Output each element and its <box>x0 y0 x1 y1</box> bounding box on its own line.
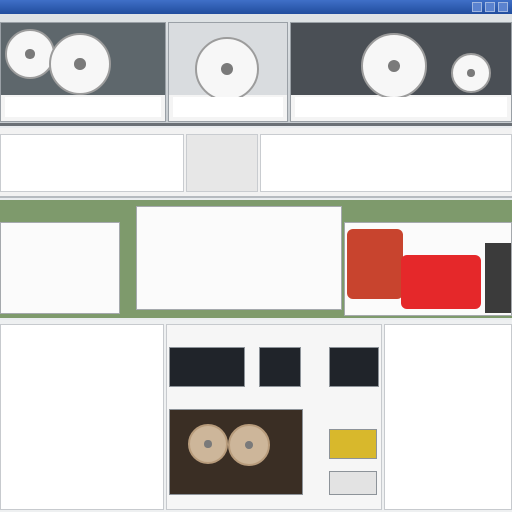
minimize-icon[interactable] <box>472 2 482 12</box>
video-thumbnail[interactable] <box>259 347 301 387</box>
ribbon-column <box>186 134 258 192</box>
product-caption <box>5 97 161 117</box>
promo-image[interactable] <box>344 222 512 316</box>
product-image <box>169 23 287 101</box>
product-image <box>1 23 165 95</box>
disc-icon <box>5 29 55 79</box>
video-thumbnail[interactable] <box>329 347 379 387</box>
info-ribbon <box>0 128 512 198</box>
disc-icon <box>188 424 228 464</box>
disc-icon <box>49 33 111 95</box>
video-thumbnail[interactable] <box>169 347 245 387</box>
media-column <box>166 324 382 510</box>
ribbon-column <box>0 134 184 192</box>
product-caption <box>295 97 507 117</box>
disc-icon <box>195 37 259 101</box>
featured-video[interactable] <box>169 409 303 495</box>
maximize-icon[interactable] <box>485 2 495 12</box>
product-caption <box>173 97 283 117</box>
close-icon[interactable] <box>498 2 508 12</box>
disc-icon <box>228 424 270 466</box>
window-controls <box>472 2 508 12</box>
product-photo <box>347 229 403 299</box>
product-tile[interactable] <box>290 22 512 122</box>
product-tile[interactable] <box>0 22 166 122</box>
title-bar <box>0 0 512 14</box>
content-grid <box>0 320 512 512</box>
product-shelf <box>0 14 512 126</box>
promo-thumbnail[interactable] <box>329 471 377 495</box>
product-tile[interactable] <box>168 22 288 122</box>
center-panel <box>136 206 342 310</box>
ribbon-column <box>260 134 512 192</box>
disc-icon <box>361 33 427 99</box>
disc-icon <box>451 53 491 93</box>
feature-banner <box>0 200 512 318</box>
promo-thumbnail[interactable] <box>329 429 377 459</box>
product-image <box>291 23 511 99</box>
product-photo <box>485 243 511 313</box>
product-photo <box>401 255 481 309</box>
left-column <box>0 324 164 510</box>
right-column <box>384 324 512 510</box>
left-panel <box>0 222 120 314</box>
